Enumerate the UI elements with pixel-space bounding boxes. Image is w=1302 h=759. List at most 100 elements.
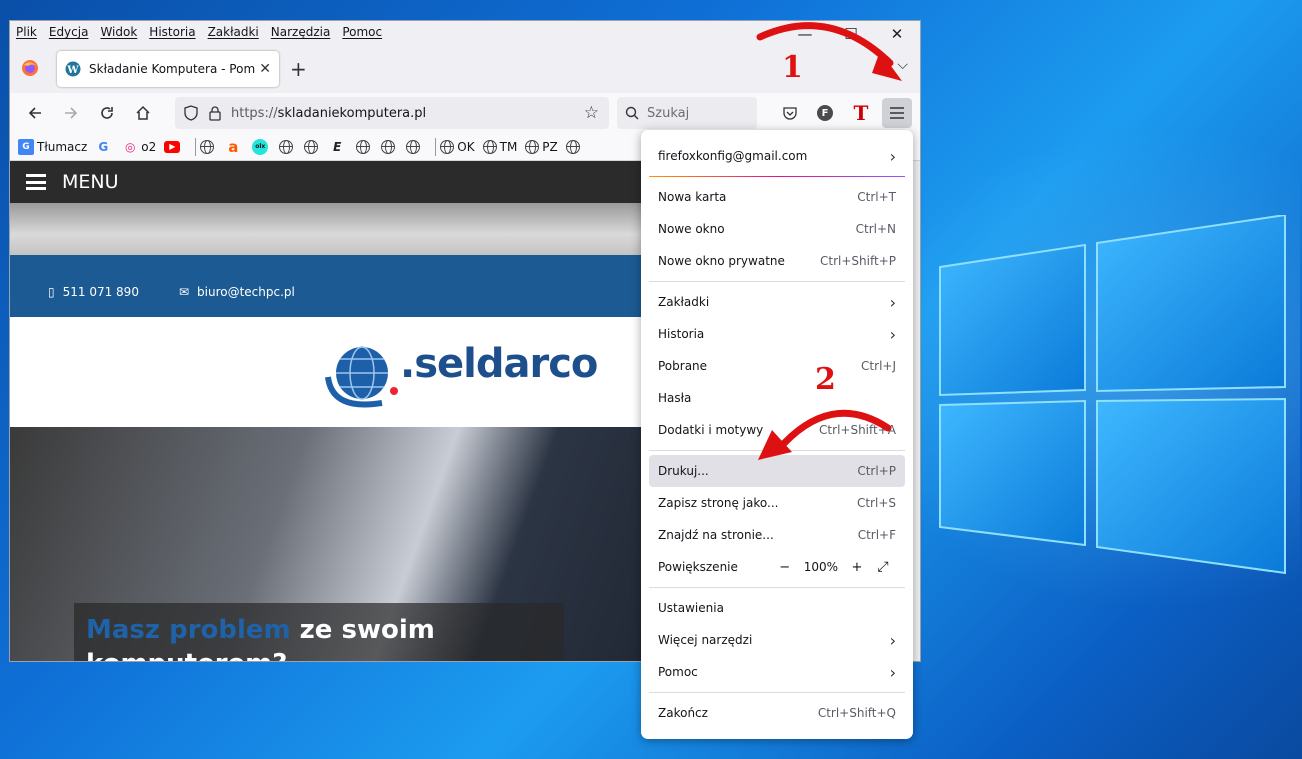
menu-quit-label: Zakończ [658,706,708,720]
menu-edit[interactable]: Edycja [49,25,89,39]
menu-new-tab[interactable]: Nowa karta Ctrl+T [649,181,905,213]
menu-history[interactable]: Historia [149,25,195,39]
account-separator [649,176,905,177]
bookmark-star-icon[interactable]: ☆ [584,103,599,123]
zoom-out-button[interactable]: − [776,558,794,576]
reload-button[interactable] [90,97,124,129]
menu-save-page[interactable]: Zapisz stronę jako... Ctrl+S [649,487,905,519]
account-item[interactable]: firefoxkonfig@gmail.com › [649,138,905,174]
globe-icon [440,139,455,154]
bookmark-globe-1[interactable] [200,139,217,154]
tab-active[interactable]: W Składanie Komputera - Pomaga ✕ [57,51,279,87]
fullscreen-icon[interactable]: ⤢ [874,558,892,576]
globe-icon [525,139,540,154]
search-icon [625,106,639,120]
phone-contact[interactable]: ▯ 511 071 890 [48,285,159,299]
menu-history[interactable]: Historia › [649,318,905,350]
annotation-arrow-2 [758,409,892,460]
reload-icon [101,107,113,119]
bookmark-ok[interactable]: OK [440,139,475,154]
menu-separator [649,587,905,588]
zoom-in-button[interactable]: + [848,558,866,576]
menu-view[interactable]: Widok [100,25,137,39]
bookmark-tm-label: TM [499,139,518,154]
forward-button[interactable] [54,97,88,129]
menu-downloads-shortcut: Ctrl+J [861,359,896,373]
bookmark-tm[interactable]: TM [482,139,518,154]
bookmark-globe-2[interactable] [279,139,296,154]
menu-tools[interactable]: Narzędzia [271,25,331,39]
chevron-right-icon: › [889,630,896,650]
search-bar[interactable]: Szukaj [617,97,757,129]
bookmark-translate-label: Tłumacz [37,139,88,154]
pocket-icon [783,107,797,120]
url-bar[interactable]: https://skladaniekomputera.pl ☆ [175,97,609,129]
menu-help-item-label: Pomoc [658,665,698,679]
menu-quit-shortcut: Ctrl+Shift+Q [817,706,896,720]
menu-new-window[interactable]: Nowe okno Ctrl+N [649,213,905,245]
bookmark-o2[interactable]: ◎ o2 [122,139,156,155]
url-prefix: https:// [231,105,278,121]
menu-file[interactable]: Plik [16,25,37,39]
extension-f-button[interactable]: F [810,98,840,128]
zoom-value[interactable]: 100% [804,560,838,574]
hero-caption-line2: komputerem? [86,649,287,661]
bookmark-globe-5[interactable] [381,139,398,154]
bookmark-globe-4[interactable] [356,139,373,154]
menu-help-item[interactable]: Pomoc › [649,656,905,688]
firefox-view-button[interactable] [10,48,50,88]
chevron-right-icon: › [889,292,896,312]
close-tab-icon[interactable]: ✕ [259,61,271,77]
annotation-number-2: 2 [815,362,836,397]
bookmark-allegro[interactable]: a [225,138,244,156]
back-button[interactable] [18,97,52,129]
menu-quit[interactable]: Zakończ Ctrl+Shift+Q [649,697,905,729]
o2-icon: ◎ [125,139,136,154]
chevron-right-icon: › [889,662,896,682]
site-logo-text[interactable]: .seldarco [400,341,598,387]
tab-title: Składanie Komputera - Pomaga [89,62,256,76]
google-icon: G [98,139,109,154]
bookmark-globe-6[interactable] [406,139,423,154]
extension-t-button[interactable]: T [846,98,876,128]
menu-new-private-window-label: Nowe okno prywatne [658,254,785,268]
menu-more-tools-label: Więcej narzędzi [658,633,753,647]
site-menu-label: MENU [62,171,119,193]
url-text: https://skladaniekomputera.pl [231,106,426,121]
menu-new-private-window[interactable]: Nowe okno prywatne Ctrl+Shift+P [649,245,905,277]
menu-help[interactable]: Pomoc [342,25,382,39]
bookmark-youtube[interactable]: ▶ [164,140,183,153]
bookmark-pz-label: PZ [542,139,558,154]
windows-logo [939,215,1286,575]
menu-bookmarks[interactable]: Zakładki › [649,286,905,318]
phone-icon: ▯ [48,285,55,299]
bookmark-globe-3[interactable] [304,139,321,154]
bookmark-pz[interactable]: PZ [525,139,558,154]
youtube-icon: ▶ [164,140,181,153]
pocket-button[interactable] [775,98,805,128]
globe-icon [406,139,421,154]
menu-separator [649,281,905,282]
globe-icon [381,139,396,154]
hero-caption: Masz problem ze swoim komputerem? [74,603,564,661]
bookmark-e[interactable]: E [329,139,348,155]
menu-bookmarks[interactable]: Zakładki [208,25,259,39]
menu-save-page-label: Zapisz stronę jako... [658,496,779,510]
menu-settings-label: Ustawienia [658,601,724,615]
bookmark-separator [195,137,197,156]
new-tab-button[interactable]: + [290,57,307,81]
menu-burger-icon [26,174,46,190]
bookmark-olx[interactable]: olx [252,138,271,155]
menu-settings[interactable]: Ustawienia [649,592,905,624]
home-button[interactable] [126,97,160,129]
menu-find-in-page[interactable]: Znajdź na stronie... Ctrl+F [649,519,905,551]
email-contact[interactable]: ✉ biuro@techpc.pl [179,285,315,299]
app-menu-button[interactable] [882,98,912,128]
menu-downloads[interactable]: Pobrane Ctrl+J [649,350,905,382]
globe-icon [565,139,580,154]
menu-more-tools[interactable]: Więcej narzędzi › [649,624,905,656]
back-arrow-icon [28,107,41,119]
bookmark-globe-7[interactable] [565,139,583,154]
bookmark-google[interactable]: G [95,139,114,155]
bookmark-translate[interactable]: G Tłumacz [18,138,88,155]
